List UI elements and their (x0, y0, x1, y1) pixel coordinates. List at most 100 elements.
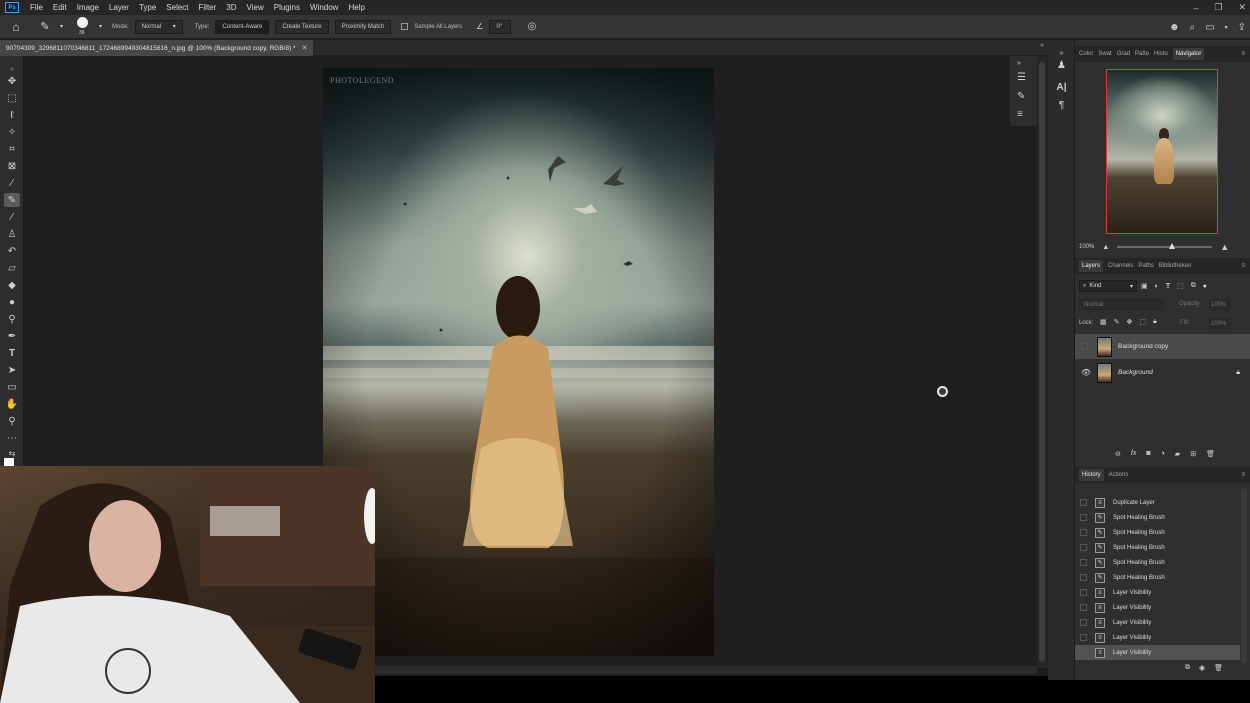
sample-all-layers-checkbox[interactable] (401, 23, 409, 30)
eye-icon[interactable]: 👁︎ (1081, 368, 1091, 377)
properties-icon[interactable]: ≡ (1017, 109, 1023, 120)
foreground-color-swatch[interactable] (4, 458, 14, 466)
share-icon[interactable]: ⇪ (1238, 22, 1246, 33)
collapse-panels-icon[interactable]: » (1040, 42, 1044, 49)
history-scrollbar[interactable] (1241, 488, 1247, 663)
paragraph-panel-icon[interactable]: ¶ (1053, 98, 1070, 113)
new-document-from-state-icon[interactable]: ⧉ (1185, 664, 1190, 672)
character-panel-icon[interactable]: A| (1053, 80, 1070, 95)
panel-menu-icon[interactable]: ≡ (1241, 472, 1245, 478)
tab-channels[interactable]: Channels (1108, 263, 1133, 269)
tab-color[interactable]: Color (1079, 51, 1093, 57)
quick-selection-tool-icon[interactable]: ✧ (4, 125, 20, 139)
zoom-slider[interactable] (1117, 243, 1213, 249)
navigator-preview[interactable] (1106, 69, 1218, 234)
tab-history[interactable]: History (1079, 469, 1104, 481)
layer-row[interactable]: 👁︎ Background 🔒︎ (1075, 360, 1250, 385)
brush-preset-picker[interactable]: 36 (75, 16, 93, 38)
lasso-tool-icon[interactable]: ℓ (4, 108, 20, 122)
history-item[interactable]: ✎ Spot Healing Brush (1075, 570, 1240, 585)
history-snapshot-box[interactable] (1080, 619, 1087, 626)
type-filter-icon[interactable]: T (1166, 283, 1170, 290)
adjustment-layer-icon[interactable]: ◑ (1161, 450, 1165, 458)
brush-tool-icon[interactable]: ∕ (4, 210, 20, 224)
history-item[interactable]: ✎ Spot Healing Brush (1075, 540, 1240, 555)
home-icon[interactable]: ⌂ (8, 20, 24, 34)
menu-layer[interactable]: Layer (104, 3, 134, 12)
tab-layers[interactable]: Layers (1079, 260, 1104, 272)
history-item[interactable]: ✎ Spot Healing Brush (1075, 555, 1240, 570)
move-tool-icon[interactable]: ✥ (4, 74, 20, 88)
history-item[interactable]: ✎ Spot Healing Brush (1075, 525, 1240, 540)
menu-help[interactable]: Help (343, 3, 369, 12)
restore-icon[interactable]: ❐ (1214, 2, 1222, 13)
path-selection-tool-icon[interactable]: ➤ (4, 363, 20, 377)
horizontal-scrollbar[interactable] (375, 666, 1037, 674)
menu-edit[interactable]: Edit (48, 3, 72, 12)
history-snapshot-box[interactable] (1080, 589, 1087, 596)
clone-stamp-tool-icon[interactable]: ♙ (4, 227, 20, 241)
lock-image-icon[interactable]: ✎ (1114, 318, 1120, 326)
history-item[interactable]: ✎ Spot Healing Brush (1075, 510, 1240, 525)
panel-menu-icon[interactable]: ≡ (1241, 51, 1245, 57)
history-item[interactable]: ≡ Layer Visibility (1075, 630, 1240, 645)
history-snapshot-box[interactable] (1080, 634, 1087, 641)
marquee-tool-icon[interactable]: ⬚ (4, 91, 20, 105)
shape-filter-icon[interactable]: ⬚ (1177, 282, 1184, 290)
delete-state-icon[interactable]: 🗑︎ (1214, 664, 1223, 672)
spot-healing-brush-icon[interactable]: ✎ (36, 20, 54, 33)
pixel-filter-icon[interactable]: ▣ (1141, 282, 1148, 290)
document-image[interactable]: PHOTOLEGEND (323, 68, 714, 656)
zoom-out-icon[interactable]: ▲ (1102, 244, 1109, 251)
tab-actions[interactable]: Actions (1109, 472, 1129, 478)
blend-mode-select[interactable]: Normal (1079, 299, 1163, 310)
pen-tool-icon[interactable]: ✒ (4, 329, 20, 343)
fill-input[interactable]: 100% (1209, 318, 1231, 329)
history-item[interactable]: ≡ Layer Visibility (1075, 600, 1240, 615)
history-snapshot-box[interactable] (1080, 499, 1087, 506)
workspace-icon[interactable]: ▭ (1205, 22, 1214, 33)
group-icon[interactable]: ▰ (1175, 450, 1180, 458)
type-tool-icon[interactable]: T (4, 346, 20, 360)
history-item[interactable]: ≡ Layer Visibility (1075, 615, 1240, 630)
blur-tool-icon[interactable]: ● (4, 295, 20, 309)
tab-gradients[interactable]: Grad (1117, 51, 1130, 57)
filter-kind-select[interactable]: ⌕ Kind ▾ (1079, 280, 1137, 292)
collapse-icon[interactable]: » (1017, 60, 1021, 67)
history-snapshot-box[interactable] (1080, 604, 1087, 611)
smart-object-filter-icon[interactable]: ⧉ (1191, 282, 1196, 290)
mode-select[interactable]: Normal ▾ (134, 19, 183, 34)
menu-view[interactable]: View (242, 3, 269, 12)
history-brush-tool-icon[interactable]: ↶ (4, 244, 20, 258)
proximity-match-button[interactable]: Proximity Match (334, 19, 392, 34)
hand-tool-icon[interactable]: ✋ (4, 397, 20, 411)
spot-healing-brush-tool-icon[interactable]: ✎ (4, 193, 20, 207)
frame-tool-icon[interactable]: ⊠ (4, 159, 20, 173)
crop-tool-icon[interactable]: ⌗ (4, 142, 20, 156)
brush-settings-icon[interactable]: ✎ (1017, 91, 1025, 102)
tab-patterns[interactable]: Patte (1135, 51, 1149, 57)
zoom-tool-icon[interactable]: ⚲ (4, 414, 20, 428)
lock-all-icon[interactable]: 🔒︎ (1153, 318, 1157, 326)
tab-paths[interactable]: Paths (1138, 263, 1153, 269)
history-snapshot-box[interactable] (1080, 559, 1087, 566)
dodge-tool-icon[interactable]: ⚲ (4, 312, 20, 326)
snapshot-icon[interactable]: ◉ (1199, 664, 1205, 672)
layer-row[interactable]: Background copy (1075, 334, 1250, 359)
document-tab[interactable]: 90704309_3296811070346811_17246899493048… (0, 40, 314, 56)
menu-image[interactable]: Image (72, 3, 104, 12)
tab-histogram[interactable]: Histo (1154, 51, 1168, 57)
angle-input[interactable]: 0° (489, 19, 512, 34)
history-item[interactable]: ≡ Layer Visibility (1075, 645, 1240, 660)
zoom-slider-knob[interactable] (1169, 243, 1176, 249)
menu-type[interactable]: Type (134, 3, 161, 12)
lock-position-icon[interactable]: ✥ (1127, 318, 1133, 326)
tab-navigator[interactable]: Navigator (1172, 48, 1205, 60)
zoom-level[interactable]: 100% (1079, 244, 1094, 250)
rectangle-tool-icon[interactable]: ▭ (4, 380, 20, 394)
eyedropper-tool-icon[interactable]: ⁄ (4, 176, 20, 190)
chevron-down-icon[interactable]: ▾ (60, 23, 63, 30)
menu-3d[interactable]: 3D (221, 3, 241, 12)
close-tab-icon[interactable]: ✕ (302, 44, 308, 52)
panel-menu-icon[interactable]: ≡ (1241, 263, 1245, 269)
